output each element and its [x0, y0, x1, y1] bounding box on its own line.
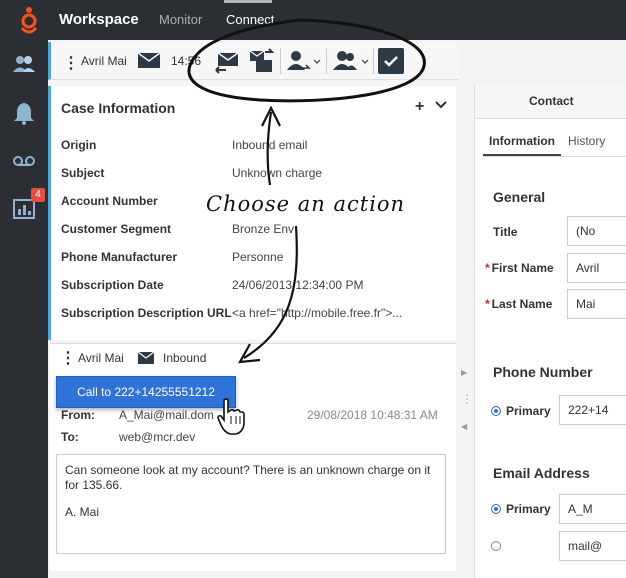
tab-information[interactable]: Information	[489, 134, 555, 148]
phone-primary-radio[interactable]	[491, 406, 501, 416]
email-primary-radio[interactable]	[491, 504, 501, 514]
mark-done-button[interactable]	[378, 48, 404, 74]
reports-badge: 4	[31, 188, 45, 202]
call-menu-item[interactable]: Call to 222+14255551212	[56, 376, 236, 408]
first-name-label-text: First Name	[491, 261, 554, 275]
last-name-label: * Last Name	[485, 297, 552, 311]
case-field-value: <a href="http://mobile.free.fr">...	[232, 306, 403, 320]
expand-left-icon[interactable]: ◀	[461, 422, 467, 431]
email-icon	[138, 352, 154, 364]
email-signature: A. Mai	[65, 505, 100, 519]
email-body: Can someone look at my account? There is…	[56, 454, 446, 554]
title-label: Title	[493, 225, 518, 239]
email-primary-field[interactable]: A_M	[559, 494, 626, 524]
more-actions-icon[interactable]: ⋮	[60, 348, 76, 368]
case-field-label: Subject	[61, 166, 105, 180]
more-actions-icon[interactable]: ⋮	[63, 53, 79, 73]
general-section-title: General	[493, 189, 546, 205]
contact-header-title: Contact	[529, 94, 574, 108]
email-to-value: web@mcr.dev	[119, 430, 196, 444]
add-icon[interactable]: +	[415, 98, 424, 116]
case-information-title: Case Information	[61, 100, 176, 116]
email-primary-label: Primary	[506, 502, 551, 516]
consult-agent-icon[interactable]	[330, 48, 370, 74]
case-field-label: Account Number	[61, 194, 158, 208]
left-sidebar: 4	[0, 40, 48, 578]
case-field-label: Customer Segment	[61, 222, 172, 236]
nav-monitor[interactable]: Monitor	[159, 12, 202, 27]
toolbar-separator	[326, 48, 327, 74]
email-body-text: Can someone look at my account? There is…	[65, 463, 431, 492]
email-secondary-field[interactable]: mail@	[559, 531, 626, 561]
email-icon	[138, 53, 160, 68]
expand-right-icon[interactable]: ▶	[461, 368, 467, 377]
case-field-label: Subscription Description URL	[61, 306, 232, 320]
tab-history[interactable]: History	[568, 134, 605, 148]
phone-section-title: Phone Number	[493, 364, 593, 380]
first-name-field[interactable]: Avril	[567, 253, 626, 283]
case-field-value: 24/06/2013 12:34:00 PM	[232, 278, 364, 292]
notifications-bell-icon[interactable]	[11, 100, 37, 126]
case-field-value: Inbound email	[232, 138, 308, 152]
tabs-divider	[483, 156, 626, 157]
case-field-label: Origin	[61, 138, 97, 152]
top-bar: Workspace Monitor Connect	[0, 0, 626, 40]
email-from-label: From:	[61, 408, 95, 422]
chevron-down-icon[interactable]	[435, 100, 447, 110]
checkmark-icon	[384, 56, 398, 67]
toolbar-contact-name: Avril Mai	[81, 54, 127, 68]
case-field-label: Subscription Date	[61, 278, 164, 292]
case-field-value: Bronze Env	[232, 222, 295, 236]
phone-primary-label: Primary	[506, 404, 551, 418]
case-field-value: Unknown charge	[232, 166, 323, 180]
transfer-agent-icon[interactable]	[285, 48, 321, 74]
interaction-contact-name: Avril Mai	[78, 351, 124, 365]
interaction-timer: 14:56	[171, 54, 202, 68]
title-field[interactable]: (No	[567, 216, 626, 246]
case-field-label: Phone Manufacturer	[61, 250, 178, 264]
email-secondary-radio[interactable]	[491, 541, 501, 551]
email-section-title: Email Address	[493, 465, 590, 481]
contact-header: Contact	[475, 84, 626, 119]
toolbar-separator	[373, 48, 374, 74]
email-date: 29/08/2018 10:48:31 AM	[307, 408, 438, 422]
panel-splitter[interactable]: ▶ ⋮ ◀	[458, 86, 473, 566]
nav-active-indicator	[224, 0, 272, 3]
last-name-label-text: Last Name	[491, 297, 553, 311]
email-from-value: A_Mai@mail.dom	[119, 408, 214, 422]
interaction-channel: Inbound	[163, 351, 207, 365]
required-marker: *	[485, 297, 490, 311]
email-interaction-bar: ⋮ Avril Mai Inbound	[50, 343, 456, 372]
drag-handle-icon[interactable]: ⋮	[461, 392, 473, 406]
tab-active-indicator	[483, 154, 561, 156]
last-name-field[interactable]: Mai	[567, 289, 626, 319]
email-to-label: To:	[61, 430, 79, 444]
annotation-text: Choose an action	[206, 192, 406, 216]
case-field-value: Personne	[232, 250, 284, 264]
contacts-icon[interactable]	[11, 52, 37, 78]
voicemail-icon[interactable]	[11, 148, 37, 174]
contact-panel: Contact Information History General Titl…	[474, 84, 626, 578]
reply-email-icon[interactable]	[214, 48, 242, 74]
interaction-toolbar: ⋮ Avril Mai 14:56	[48, 42, 458, 80]
first-name-label: * First Name	[485, 261, 554, 275]
phone-primary-field[interactable]: 222+14	[559, 395, 626, 425]
genesys-logo-icon	[20, 7, 38, 34]
transfer-email-icon[interactable]	[247, 48, 275, 74]
app-title: Workspace	[59, 11, 139, 28]
toolbar-separator	[280, 48, 281, 74]
required-marker: *	[485, 261, 490, 275]
nav-connect[interactable]: Connect	[226, 12, 274, 27]
